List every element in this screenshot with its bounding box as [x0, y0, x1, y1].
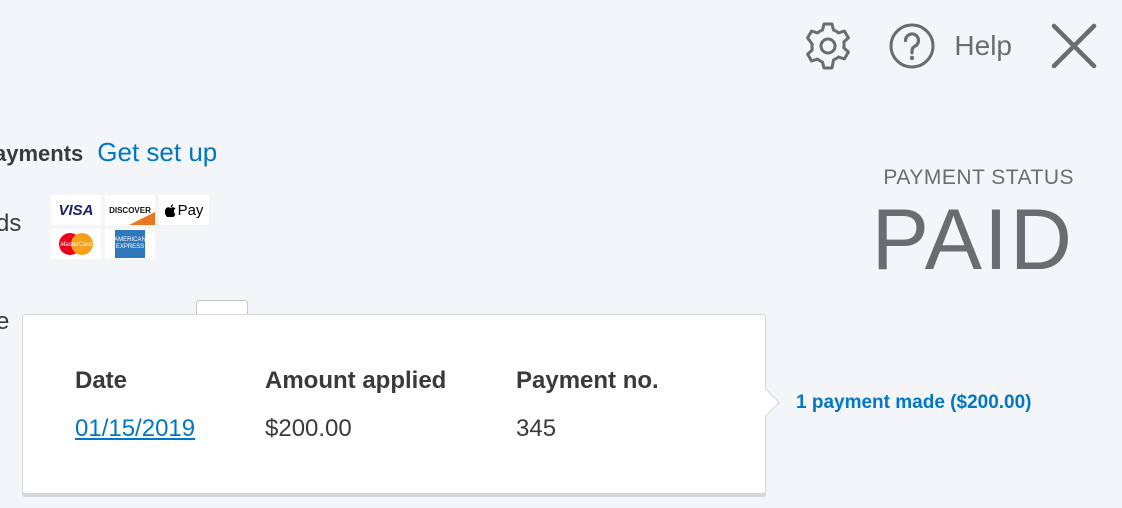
payment-date-link[interactable]: 01/15/2019 [75, 415, 195, 442]
online-payments-row: ayments Get set up [0, 137, 217, 168]
payment-status-label: PAYMENT STATUS [883, 166, 1074, 189]
amex-logo: AMERICAN EXPRESS [105, 229, 155, 259]
svg-text:MasterCard: MasterCard [60, 242, 92, 248]
gear-icon[interactable] [802, 20, 854, 72]
apple-icon [164, 203, 175, 217]
online-payments-title: ayments [0, 141, 84, 166]
visa-logo: VISA [51, 195, 101, 225]
payment-status: PAYMENT STATUS PAID [872, 166, 1074, 286]
top-toolbar: Help [802, 18, 1100, 74]
payment-status-value: PAID [871, 192, 1074, 288]
table-row: 01/15/2019 $200.00 345 [75, 407, 696, 451]
help-button[interactable]: Help [888, 22, 1012, 70]
payment-number: 345 [516, 415, 557, 442]
help-label: Help [954, 30, 1012, 61]
discover-logo: DISCOVER [105, 195, 155, 225]
payment-methods-label: ds [0, 210, 22, 237]
amount-applied: $200.00 [265, 415, 352, 442]
help-circle-icon [889, 23, 935, 69]
card-logos: VISA DISCOVER Pay MasterCard AMERICAN EX… [51, 195, 209, 259]
get-set-up-link[interactable]: Get set up [97, 137, 217, 168]
table-header: Date Amount applied Payment no. [75, 355, 696, 407]
column-header-amount: Amount applied [265, 367, 447, 394]
column-header-payment-no: Payment no. [516, 367, 659, 394]
mastercard-logo: MasterCard [51, 229, 101, 259]
column-header-date: Date [75, 367, 128, 394]
payments-popover: Date Amount applied Payment no. 01/15/20… [22, 314, 766, 494]
close-icon[interactable] [1048, 20, 1100, 72]
payments-table: Date Amount applied Payment no. 01/15/20… [75, 355, 696, 451]
payments-made-link[interactable]: 1 payment made ($200.00) [796, 392, 1032, 414]
partial-text: e [0, 308, 10, 335]
apple-pay-logo: Pay [159, 195, 209, 225]
